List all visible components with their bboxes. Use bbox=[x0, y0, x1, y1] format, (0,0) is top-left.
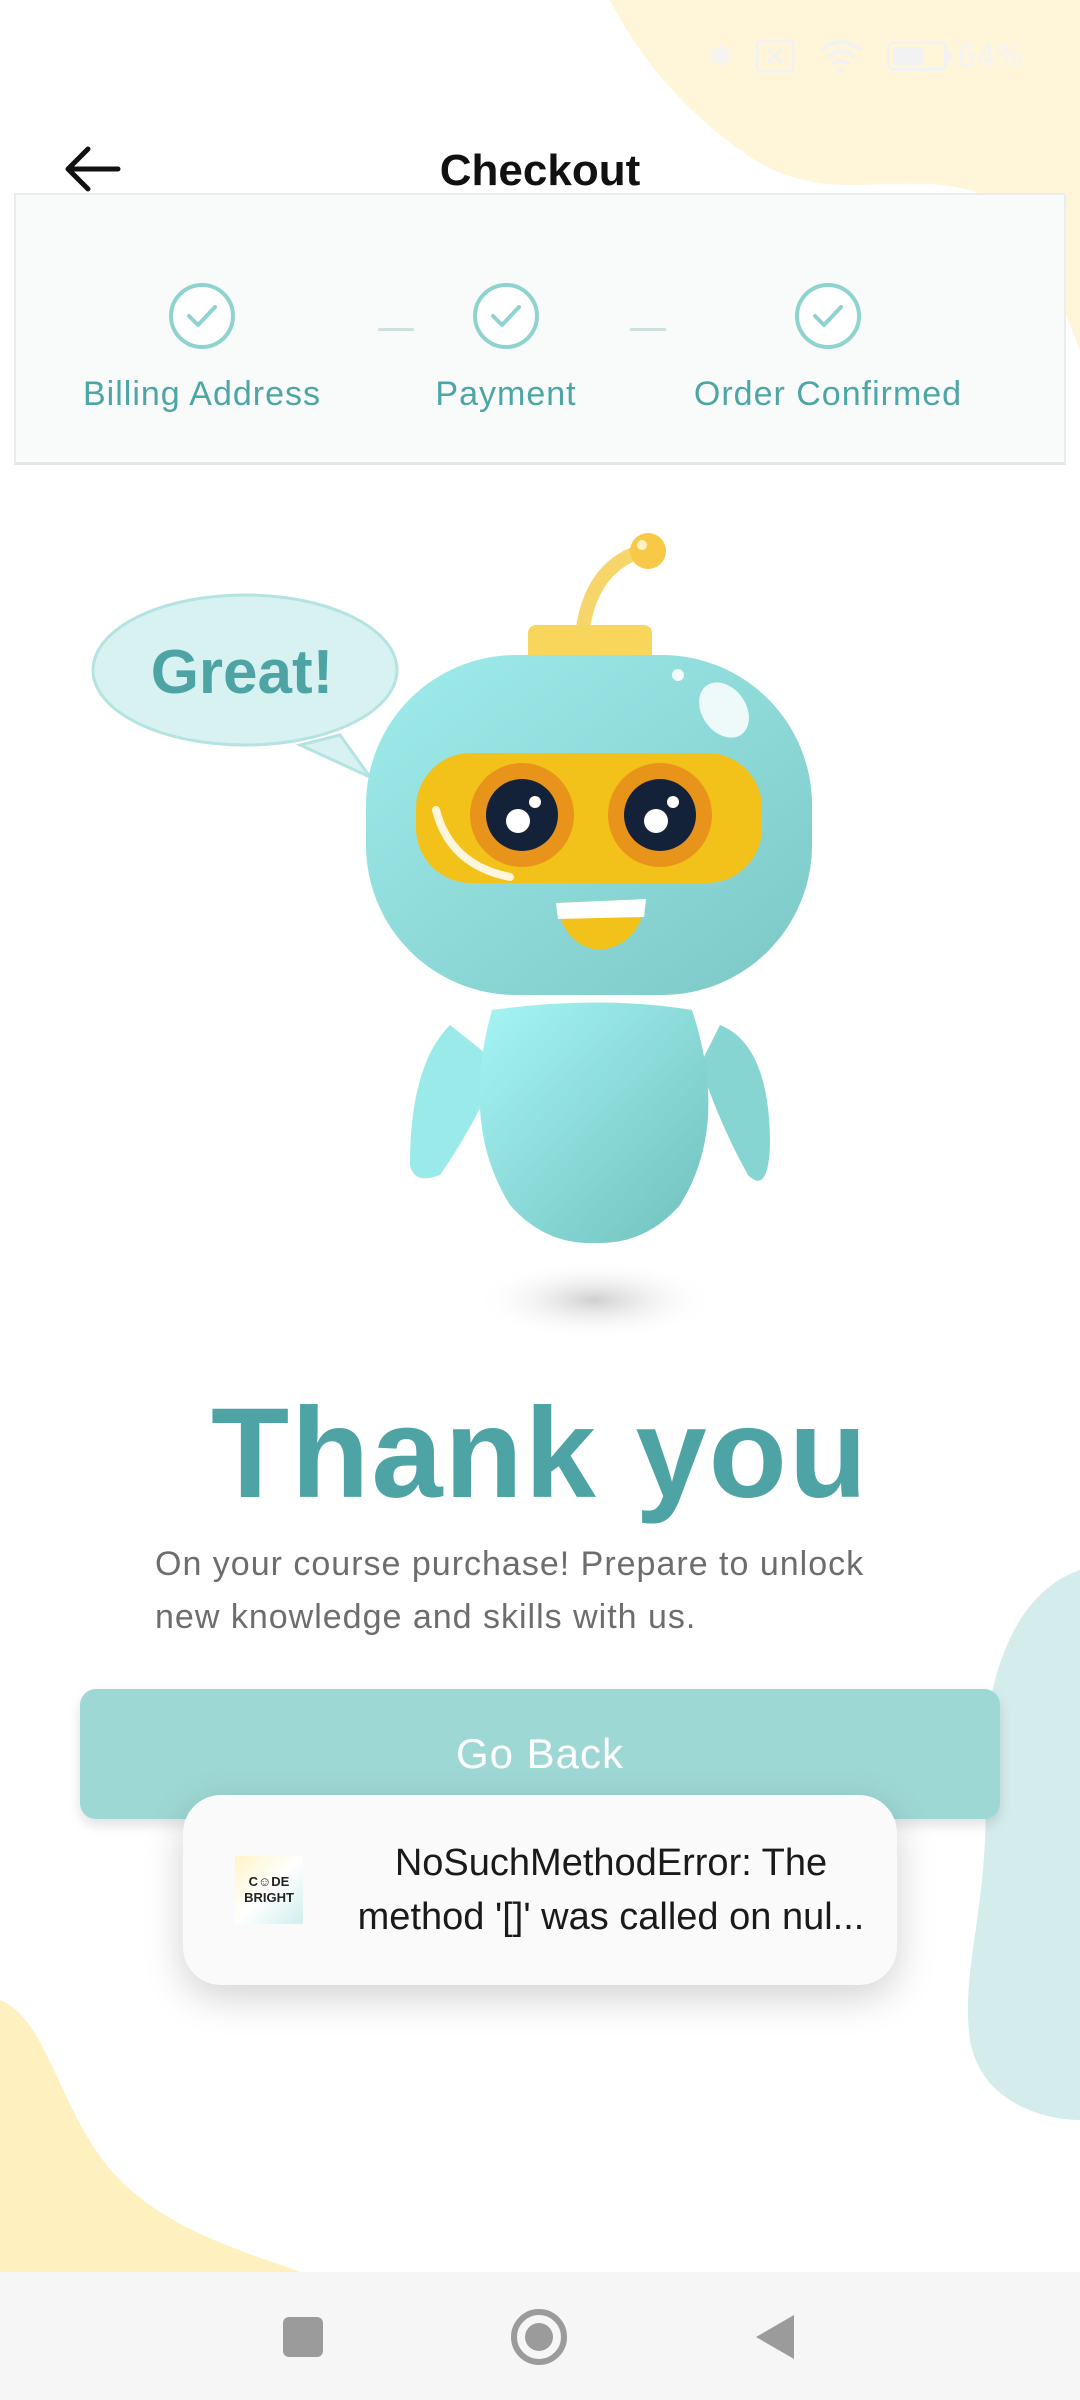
home-button[interactable] bbox=[504, 2302, 574, 2372]
right-blob bbox=[967, 1570, 1080, 2120]
status-bar: ✱ 64% bbox=[0, 0, 1080, 120]
battery-percent: 64% bbox=[957, 38, 1024, 74]
thank-you-heading: Thank you bbox=[210, 1382, 870, 1525]
triangle-back-icon bbox=[756, 2315, 794, 2359]
sim-icon bbox=[755, 39, 795, 73]
step-label: Order Confirmed bbox=[693, 375, 963, 413]
step-order-confirmed: Order Confirmed bbox=[678, 283, 978, 414]
square-icon bbox=[283, 2317, 323, 2357]
page-title: Checkout bbox=[439, 146, 641, 195]
error-toast: C☺DE BRIGHT NoSuchMethodError: The metho… bbox=[183, 1795, 897, 1985]
step-label: Payment bbox=[435, 375, 577, 413]
system-nav-bar bbox=[0, 2272, 1080, 2400]
step-complete-check bbox=[795, 283, 861, 349]
speech-bubble-text: Great! bbox=[151, 638, 334, 707]
bottom-left-blob bbox=[0, 2000, 300, 2272]
step-divider bbox=[630, 328, 666, 331]
robot-mascot-illustration: Great! bbox=[91, 533, 812, 1340]
check-icon bbox=[491, 305, 521, 327]
back-nav-button[interactable] bbox=[740, 2302, 810, 2372]
battery-icon bbox=[887, 41, 953, 71]
step-complete-check bbox=[473, 283, 539, 349]
check-icon bbox=[187, 305, 217, 327]
home-circle-icon bbox=[511, 2309, 567, 2365]
checkout-stepper: Billing Address Payment Order Confirmed bbox=[14, 193, 1066, 465]
wifi-icon bbox=[820, 40, 863, 73]
recent-apps-button[interactable] bbox=[268, 2302, 338, 2372]
battery-indicator: 64% bbox=[887, 39, 1024, 74]
thank-you-message: On your course purchase! Prepare to unlo… bbox=[155, 1545, 865, 1636]
step-payment: Payment bbox=[356, 283, 656, 414]
check-icon bbox=[813, 305, 843, 327]
step-label: Billing Address bbox=[82, 375, 321, 413]
step-complete-check bbox=[169, 283, 235, 349]
status-icons: ✱ 64% bbox=[708, 38, 1024, 74]
bluetooth-icon: ✱ bbox=[708, 38, 734, 74]
step-billing-address: Billing Address bbox=[52, 283, 352, 414]
toast-message: NoSuchMethodError: The method '[]' was c… bbox=[357, 1842, 865, 1938]
codebright-logo: C☺DE BRIGHT bbox=[235, 1856, 303, 1924]
